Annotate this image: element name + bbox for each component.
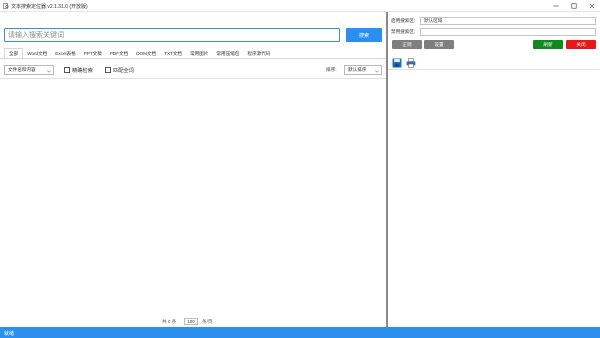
refresh-button[interactable]: 刷新 bbox=[533, 40, 563, 49]
tab-ppt[interactable]: PPT文稿 bbox=[80, 49, 106, 58]
enabled-area-label: 启用搜索区: bbox=[391, 18, 416, 23]
settings-button[interactable]: 设置 bbox=[424, 40, 454, 49]
status-bar: 就绪 bbox=[0, 327, 600, 338]
tab-pdf[interactable]: PDF文档 bbox=[106, 49, 132, 58]
page-size-unit: 条/页 bbox=[202, 319, 213, 324]
result-count: 共 0 条 bbox=[162, 319, 177, 324]
search-pane: 搜索 全部 Word文档 Excel表格 PPT文稿 PDF文档 DOM文档 T… bbox=[0, 12, 386, 327]
preview-toolbar bbox=[388, 56, 600, 70]
tab-txt[interactable]: TXT文档 bbox=[160, 49, 186, 58]
whole-word-box[interactable] bbox=[105, 67, 111, 73]
close-icon bbox=[589, 3, 595, 9]
sort-value: 默认排序 bbox=[348, 67, 367, 72]
search-box bbox=[4, 28, 340, 42]
close-window-button[interactable] bbox=[584, 0, 600, 12]
minimize-icon bbox=[553, 3, 559, 9]
exact-match-label: 精确检索 bbox=[72, 67, 93, 74]
tab-all[interactable]: 全部 bbox=[4, 48, 24, 58]
close-button[interactable]: 关闭 bbox=[566, 40, 596, 49]
search-scope-value: 文件名和内容 bbox=[8, 67, 36, 72]
search-scope-select[interactable]: 文件名和内容 bbox=[4, 65, 54, 75]
preview-pane: 启用搜索区: 默认区域 禁用搜索区: 正则 设置 刷新 关闭 bbox=[388, 12, 600, 327]
window-title: 文本搜索定位器 v2.1.31.0 (开放版) bbox=[11, 4, 88, 10]
print-icon[interactable] bbox=[406, 58, 416, 68]
save-icon[interactable] bbox=[392, 58, 402, 68]
page-size-input[interactable]: 100 bbox=[184, 318, 198, 325]
disabled-area-label: 禁用搜索区: bbox=[391, 29, 416, 34]
disabled-area-field[interactable] bbox=[420, 28, 596, 36]
pager: 共 0 条 100 条/页 bbox=[0, 318, 386, 326]
enabled-area-field[interactable]: 默认区域 bbox=[420, 17, 596, 25]
tabs-divider bbox=[0, 58, 386, 59]
tab-images[interactable]: 常用图片 bbox=[186, 49, 212, 58]
sort-select[interactable]: 默认排序 bbox=[344, 65, 382, 75]
chevron-down-icon bbox=[47, 69, 51, 74]
tab-source-code[interactable]: 程序源代码 bbox=[243, 49, 274, 58]
file-type-tabs: 全部 Word文档 Excel表格 PPT文稿 PDF文档 DOM文档 TXT文… bbox=[4, 48, 274, 58]
regex-button[interactable]: 正则 bbox=[392, 40, 422, 49]
whole-word-checkbox[interactable]: 匹配全词 bbox=[105, 66, 134, 74]
filter-bar: 文件名和内容 精确检索 匹配全词 排序: 默认排序 bbox=[0, 64, 386, 76]
status-text: 就绪 bbox=[4, 331, 15, 337]
tab-dom[interactable]: DOM文档 bbox=[132, 49, 160, 58]
results-list[interactable] bbox=[0, 78, 386, 320]
sort-label: 排序: bbox=[326, 67, 337, 72]
minimize-button[interactable] bbox=[548, 0, 564, 12]
tab-word[interactable]: Word文档 bbox=[23, 49, 51, 58]
tab-archives[interactable]: 常用压缩包 bbox=[212, 49, 243, 58]
exact-match-box[interactable] bbox=[64, 67, 70, 73]
chevron-down-icon bbox=[375, 69, 379, 74]
maximize-button[interactable] bbox=[566, 0, 582, 12]
maximize-icon bbox=[571, 3, 577, 9]
whole-word-label: 匹配全词 bbox=[113, 67, 134, 74]
app-icon bbox=[3, 3, 9, 9]
exact-match-checkbox[interactable]: 精确检索 bbox=[64, 66, 93, 74]
tab-excel[interactable]: Excel表格 bbox=[51, 49, 79, 58]
search-button[interactable]: 搜索 bbox=[346, 28, 382, 42]
search-input[interactable] bbox=[5, 29, 339, 41]
title-bar: 文本搜索定位器 v2.1.31.0 (开放版) bbox=[0, 0, 600, 12]
